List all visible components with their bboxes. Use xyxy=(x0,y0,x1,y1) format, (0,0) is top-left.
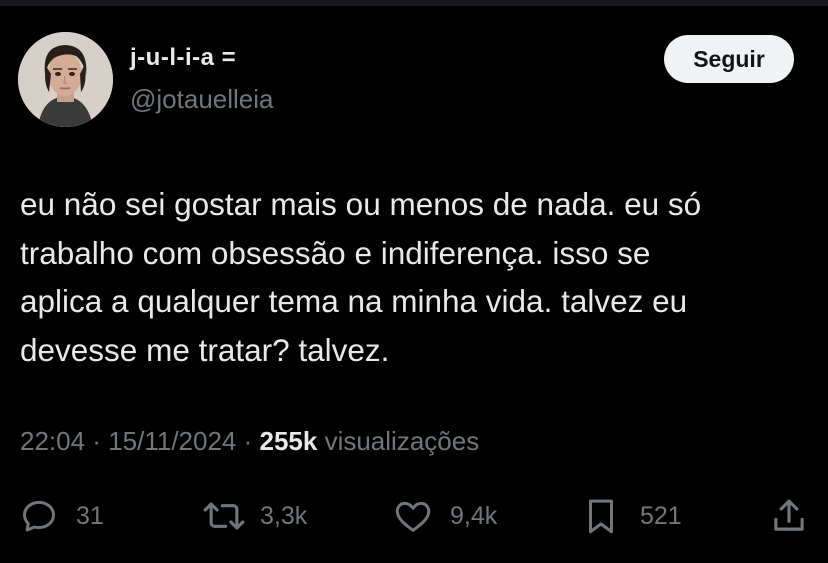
tweet-text-line: trabalho com obsessão e indiferença. iss… xyxy=(20,234,651,271)
share-icon xyxy=(768,495,810,537)
bookmark-button[interactable]: 521 xyxy=(580,492,682,540)
tweet-text: eu não sei gostar mais ou menos de nada.… xyxy=(20,180,810,374)
repost-icon xyxy=(200,495,248,537)
repost-button[interactable]: 3,3k xyxy=(200,492,307,540)
follow-button[interactable]: Seguir xyxy=(664,35,794,83)
author-handle[interactable]: @jotauelleia xyxy=(130,84,273,115)
like-button[interactable]: 9,4k xyxy=(392,492,497,540)
author-display-name[interactable]: j-u-l-i-a = xyxy=(130,44,236,72)
like-count: 9,4k xyxy=(450,501,498,530)
tweet-text-line: aplica a qualquer tema na minha vida. ta… xyxy=(20,283,688,319)
reply-button[interactable]: 31 xyxy=(18,492,104,540)
bookmark-count: 521 xyxy=(640,501,682,530)
top-strip xyxy=(0,0,828,6)
bookmark-icon xyxy=(580,495,622,537)
tweet-meta: 22:04 · 15/11/2024 · 255k visualizações xyxy=(20,426,479,457)
tweet-text-line: eu não sei gostar mais ou menos de nada.… xyxy=(20,186,702,222)
action-bar: 31 3,3k 9,4k 521 xyxy=(0,492,828,540)
views-count: 255k xyxy=(259,426,318,456)
heart-icon xyxy=(392,495,434,537)
reply-icon xyxy=(18,495,60,537)
views-label: visualizações xyxy=(317,426,480,456)
reply-count: 31 xyxy=(76,501,104,530)
meta-separator: · xyxy=(85,426,109,456)
repost-count: 3,3k xyxy=(260,501,308,530)
tweet-date[interactable]: 15/11/2024 xyxy=(108,426,236,456)
tweet-text-line: devesse me tratar? talvez. xyxy=(20,331,390,368)
avatar-image xyxy=(18,32,113,127)
meta-separator: · xyxy=(236,426,260,456)
tweet-time[interactable]: 22:04 xyxy=(20,426,85,456)
share-button[interactable] xyxy=(768,492,810,540)
avatar[interactable] xyxy=(18,32,113,127)
